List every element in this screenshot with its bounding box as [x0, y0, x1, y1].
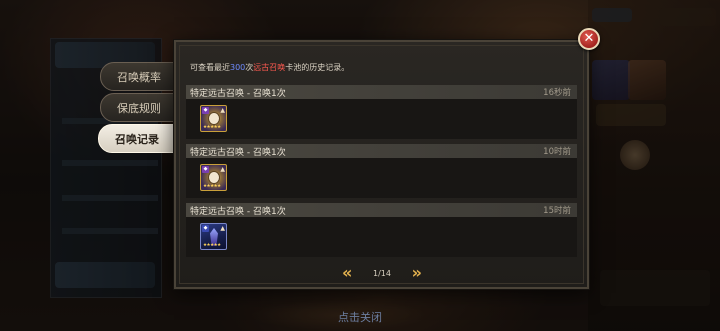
element-badge-icon: ◆: [202, 107, 209, 114]
tab-summon-probability[interactable]: 召唤概率: [100, 62, 174, 91]
record-time: 15时前: [543, 206, 571, 216]
record-time: 16秒前: [543, 88, 571, 98]
notice-text: 卡池的历史记录。: [285, 63, 350, 72]
record-title: 特定远古召唤 - 召唤1次: [190, 207, 286, 217]
tab-summon-records[interactable]: 召唤记录: [98, 124, 176, 153]
star-rating-icon: ★★★★★: [203, 125, 221, 130]
hero-card-gold-icon[interactable]: ◆ ▲ ★★★★★: [200, 164, 227, 191]
notice-pool-name: 远古召唤: [253, 63, 286, 72]
record-title: 特定远古召唤 - 召唤1次: [190, 89, 286, 99]
summon-history-dialog: 可查看最近300次远古召唤卡池的历史记录。 特定远古召唤 - 召唤1次 16秒前…: [174, 40, 589, 289]
record-time: 10时前: [543, 147, 571, 157]
star-rating-icon: ★★★★★: [203, 243, 221, 248]
hero-portrait: [209, 172, 219, 183]
close-button[interactable]: ✕: [578, 28, 600, 50]
lock-icon: ▲: [220, 225, 225, 232]
record-body: ◆ ▲ ★★★★★: [186, 99, 577, 139]
record-header: 特定远古召唤 - 召唤1次 15时前: [186, 203, 577, 217]
hero-portrait: [209, 113, 219, 124]
hero-card-blue-icon[interactable]: ◆ ▲ ★★★★★: [200, 223, 227, 250]
close-icon: ✕: [583, 31, 595, 46]
history-notice: 可查看最近300次远古召唤卡池的历史记录。: [190, 62, 349, 73]
tab-label: 保底规则: [117, 102, 161, 115]
notice-count: 300: [230, 63, 246, 72]
tab-label: 召唤概率: [117, 71, 161, 84]
element-badge-icon: ◆: [202, 225, 209, 232]
hero-card-gold-icon[interactable]: ◆ ▲ ★★★★★: [200, 105, 227, 132]
record-body: ◆ ▲ ★★★★★: [186, 217, 577, 257]
star-rating-icon: ★★★★★: [203, 184, 221, 189]
double-chevron-right-icon[interactable]: »: [412, 265, 422, 281]
lock-icon: ▲: [220, 166, 225, 173]
element-badge-icon: ◆: [202, 166, 209, 173]
tab-label: 召唤记录: [115, 133, 159, 146]
lock-icon: ▲: [220, 107, 225, 114]
record-header: 特定远古召唤 - 召唤1次 16秒前: [186, 85, 577, 99]
record-body: ◆ ▲ ★★★★★: [186, 158, 577, 198]
record-title: 特定远古召唤 - 召唤1次: [190, 148, 286, 158]
tab-pity-rules[interactable]: 保底规则: [100, 93, 174, 122]
pagination: « 1/14 »: [342, 265, 422, 282]
page-indicator: 1/14: [373, 269, 391, 278]
record-header: 特定远古召唤 - 召唤1次 10时前: [186, 144, 577, 158]
tap-to-close[interactable]: 点击关闭: [324, 309, 396, 325]
notice-text: 可查看最近: [190, 63, 230, 72]
